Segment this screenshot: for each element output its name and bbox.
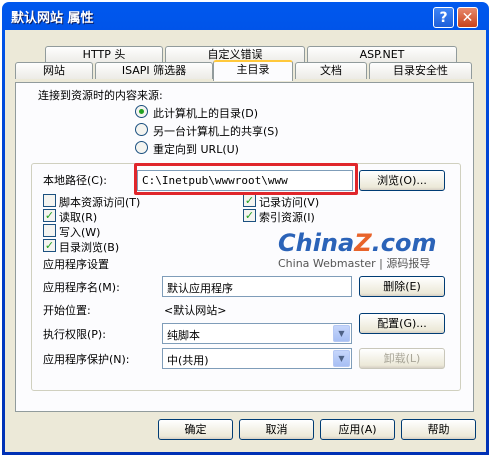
execute-permissions-value: 纯脚本 <box>167 329 200 342</box>
tab-isapi-filters[interactable]: ISAPI 筛选器 <box>95 62 213 79</box>
app-protection-value: 中(共用) <box>167 354 209 367</box>
dialog-body: HTTP 头 自定义错误 ASP.NET 网站 ISAPI 筛选器 主目录 文档… <box>5 30 486 452</box>
write-label: 写入(W) <box>59 226 101 239</box>
annotation-highlight-box <box>134 163 358 195</box>
start-point-value: <默认网站> <box>164 304 227 317</box>
unload-button[interactable]: 卸载(L) <box>359 348 445 369</box>
source-heading: 连接到资源时的内容来源: <box>38 89 163 102</box>
radio-local-directory[interactable] <box>135 105 148 118</box>
checkbox-directory-browsing[interactable]: ✓ <box>43 239 56 252</box>
execute-permissions-select[interactable]: 纯脚本 ▼ <box>162 323 352 344</box>
app-protection-label: 应用程序保护(N): <box>43 353 130 366</box>
tab-aspnet[interactable]: ASP.NET <box>307 46 457 63</box>
title-bar[interactable]: 默认网站 属性 <box>5 2 486 30</box>
watermark-logo-text: ChinaZ.com <box>278 229 437 257</box>
tab-directory-security[interactable]: 目录安全性 <box>369 62 472 79</box>
cancel-button[interactable]: 取消 <box>239 419 314 440</box>
checkbox-script-source-access[interactable] <box>43 194 56 207</box>
window-title: 默认网站 属性 <box>11 10 94 26</box>
help-icon[interactable]: ? <box>433 7 454 28</box>
execute-permissions-label: 执行权限(P): <box>43 328 106 341</box>
directory-browsing-label: 目录浏览(B) <box>59 241 120 254</box>
radio-redirect-url[interactable] <box>135 141 148 154</box>
close-icon[interactable]: ✕ <box>457 7 478 28</box>
checkbox-log-visits[interactable]: ✓ <box>243 194 256 207</box>
watermark-logo: ChinaZ.com China Webmaster | 源码报导 <box>278 229 436 271</box>
app-settings-heading: 应用程序设置 <box>43 258 109 271</box>
start-point-label: 开始位置: <box>43 304 91 317</box>
local-path-label: 本地路径(C): <box>43 174 107 187</box>
configure-button[interactable]: 配置(G)... <box>359 313 445 334</box>
radio-network-share[interactable] <box>135 123 148 136</box>
ok-button[interactable]: 确定 <box>158 419 233 440</box>
help-button[interactable]: 帮助 <box>401 419 476 440</box>
tab-panel: 连接到资源时的内容来源: 此计算机上的目录(D) 另一台计算机上的共享(S) 重… <box>15 82 474 412</box>
log-visits-label: 记录访问(V) <box>259 196 320 209</box>
checkbox-write[interactable] <box>43 224 56 237</box>
radio-network-share-label: 另一台计算机上的共享(S) <box>153 125 279 138</box>
chevron-down-icon: ▼ <box>333 325 350 342</box>
radio-redirect-url-label: 重定向到 URL(U) <box>153 143 239 156</box>
chevron-down-icon: ▼ <box>333 350 350 367</box>
tab-website[interactable]: 网站 <box>15 62 93 79</box>
watermark-subtitle: China Webmaster | 源码报导 <box>278 257 431 270</box>
radio-local-directory-label: 此计算机上的目录(D) <box>153 107 259 120</box>
checkbox-index-resource[interactable]: ✓ <box>243 209 256 222</box>
tab-documents[interactable]: 文档 <box>295 62 367 79</box>
properties-dialog: 默认网站 属性 ? ✕ HTTP 头 自定义错误 ASP.NET 网站 ISAP… <box>2 2 489 455</box>
remove-button[interactable]: 删除(E) <box>359 276 445 297</box>
app-name-input[interactable]: 默认应用程序 <box>162 276 352 297</box>
apply-button[interactable]: 应用(A) <box>320 419 395 440</box>
app-name-label: 应用程序名(M): <box>43 281 120 294</box>
script-source-access-label: 脚本资源访问(T) <box>59 196 141 209</box>
tab-home-directory[interactable]: 主目录 <box>213 60 293 81</box>
app-protection-select[interactable]: 中(共用) ▼ <box>162 348 352 369</box>
browse-button[interactable]: 浏览(O)... <box>359 170 445 191</box>
index-resource-label: 索引资源(I) <box>259 211 315 224</box>
read-label: 读取(R) <box>59 211 98 224</box>
checkbox-read[interactable]: ✓ <box>43 209 56 222</box>
tab-http-headers[interactable]: HTTP 头 <box>45 46 163 63</box>
